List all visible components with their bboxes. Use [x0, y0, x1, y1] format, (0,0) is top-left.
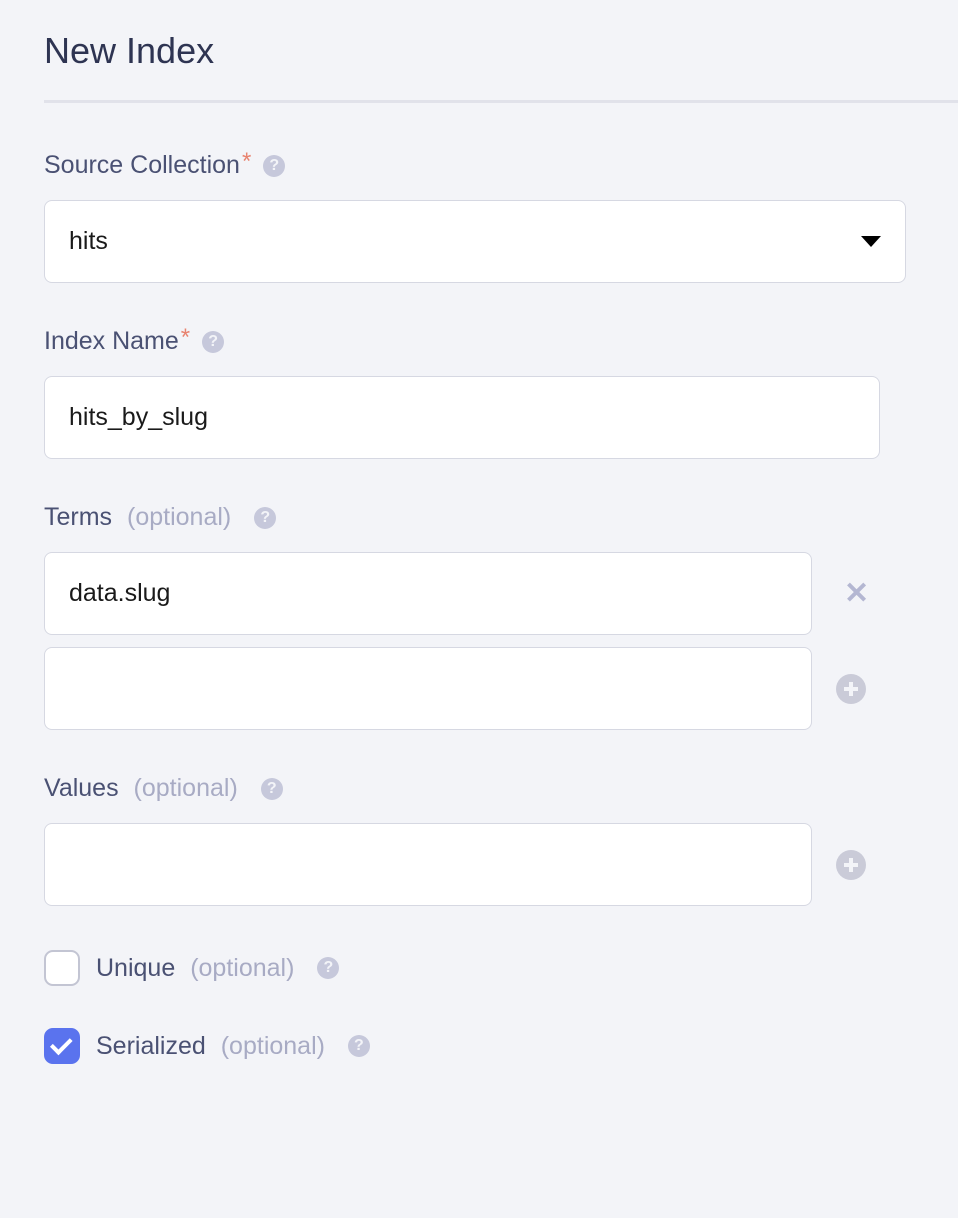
- terms-row-1: [44, 647, 958, 730]
- label-text: Values: [44, 774, 119, 803]
- optional-text: (optional): [134, 774, 238, 803]
- label-text: Source Collection: [44, 151, 240, 180]
- required-asterisk: *: [242, 148, 251, 176]
- unique-row: Unique (optional) ?: [44, 950, 958, 986]
- help-icon[interactable]: ?: [202, 331, 224, 353]
- help-icon[interactable]: ?: [261, 778, 283, 800]
- required-asterisk: *: [181, 324, 190, 352]
- divider: [44, 100, 958, 103]
- source-collection-select[interactable]: hits: [44, 200, 906, 283]
- index-name-field: Index Name * ?: [44, 327, 958, 459]
- optional-text: (optional): [190, 954, 294, 983]
- source-collection-select-wrapper: hits: [44, 200, 906, 283]
- caret-down-icon: [861, 236, 881, 247]
- serialized-row: Serialized (optional) ?: [44, 1028, 958, 1064]
- optional-text: (optional): [127, 503, 231, 532]
- label-text: Terms: [44, 503, 112, 532]
- label-text: Index Name: [44, 327, 179, 356]
- values-label: Values (optional) ?: [44, 774, 958, 803]
- values-input-0[interactable]: [44, 823, 812, 906]
- terms-label: Terms (optional) ?: [44, 503, 958, 532]
- source-collection-label: Source Collection * ?: [44, 151, 958, 180]
- help-icon[interactable]: ?: [254, 507, 276, 529]
- label-text: Unique: [96, 954, 175, 983]
- checkmark-icon: [50, 1033, 73, 1056]
- plus-icon[interactable]: [836, 674, 866, 704]
- serialized-label: Serialized (optional) ?: [96, 1032, 370, 1061]
- terms-field: Terms (optional) ? ✕: [44, 503, 958, 730]
- select-value: hits: [69, 227, 108, 256]
- optional-text: (optional): [221, 1032, 325, 1061]
- index-name-label: Index Name * ?: [44, 327, 958, 356]
- values-field: Values (optional) ?: [44, 774, 958, 906]
- label-text: Serialized: [96, 1032, 206, 1061]
- source-collection-field: Source Collection * ? hits: [44, 151, 958, 283]
- serialized-checkbox[interactable]: [44, 1028, 80, 1064]
- page-title: New Index: [44, 30, 958, 72]
- unique-checkbox[interactable]: [44, 950, 80, 986]
- help-icon[interactable]: ?: [348, 1035, 370, 1057]
- terms-input-0[interactable]: [44, 552, 812, 635]
- help-icon[interactable]: ?: [263, 155, 285, 177]
- close-icon[interactable]: ✕: [836, 571, 877, 617]
- unique-label: Unique (optional) ?: [96, 954, 339, 983]
- plus-icon[interactable]: [836, 850, 866, 880]
- index-name-input[interactable]: [44, 376, 880, 459]
- values-row-0: [44, 823, 958, 906]
- help-icon[interactable]: ?: [317, 957, 339, 979]
- terms-input-1[interactable]: [44, 647, 812, 730]
- terms-row-0: ✕: [44, 552, 958, 635]
